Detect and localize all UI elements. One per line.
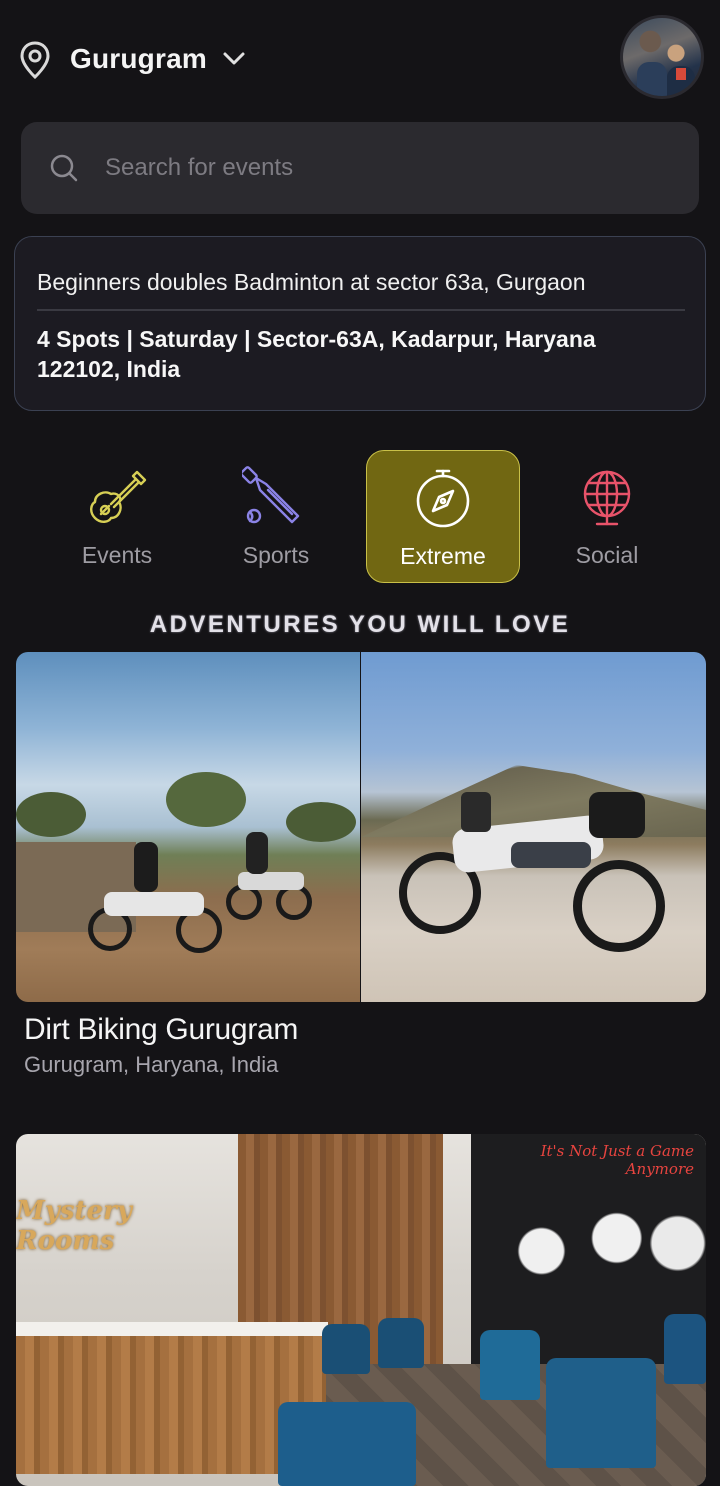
cricket-bat-icon	[242, 466, 300, 524]
category-extreme[interactable]: Extreme	[366, 450, 520, 583]
dirt-biking-photo-left	[16, 652, 360, 1002]
profile-avatar[interactable]	[620, 15, 704, 99]
chevron-down-icon[interactable]	[222, 48, 246, 68]
globe-icon	[583, 470, 631, 526]
search-icon	[50, 154, 78, 182]
adventure-location: Gurugram, Haryana, India	[24, 1052, 279, 1077]
event-title: Beginners doubles Badminton at sector 63…	[37, 269, 586, 295]
map-pin-icon[interactable]	[18, 40, 52, 80]
dirt-biking-photo-right	[361, 652, 706, 1002]
compass-icon	[416, 469, 470, 528]
adventure-image-dirt-biking[interactable]	[16, 652, 706, 1002]
category-social[interactable]: Social	[530, 450, 684, 583]
event-details: 4 Spots | Saturday | Sector-63A, Kadarpu…	[37, 326, 596, 382]
guitar-icon	[90, 470, 147, 523]
desk-counter	[16, 1322, 328, 1336]
divider	[37, 309, 685, 311]
category-label: Sports	[242, 542, 310, 568]
section-title: ADVENTURES YOU WILL LOVE	[149, 611, 571, 638]
category-sports[interactable]: Sports	[199, 450, 353, 583]
category-label: Social	[575, 542, 639, 568]
search-input[interactable]	[105, 148, 665, 188]
adventure-image-mystery-rooms[interactable]: Mystery Rooms It's Not Just a Game Anymo…	[16, 1134, 706, 1486]
mural-text: It's Not Just a Game Anymore	[540, 1142, 694, 1178]
app-header: Gurugram	[0, 0, 720, 115]
mystery-rooms-sign: Mystery Rooms	[16, 1196, 132, 1256]
category-events[interactable]: Events	[40, 450, 194, 583]
category-label: Events	[81, 542, 153, 568]
location-selector[interactable]: Gurugram	[70, 43, 207, 75]
adventure-title[interactable]: Dirt Biking Gurugram	[24, 1013, 298, 1047]
category-label: Extreme	[400, 543, 486, 569]
upcoming-event-card[interactable]: Beginners doubles Badminton at sector 63…	[14, 236, 706, 411]
search-bar[interactable]	[21, 122, 699, 214]
